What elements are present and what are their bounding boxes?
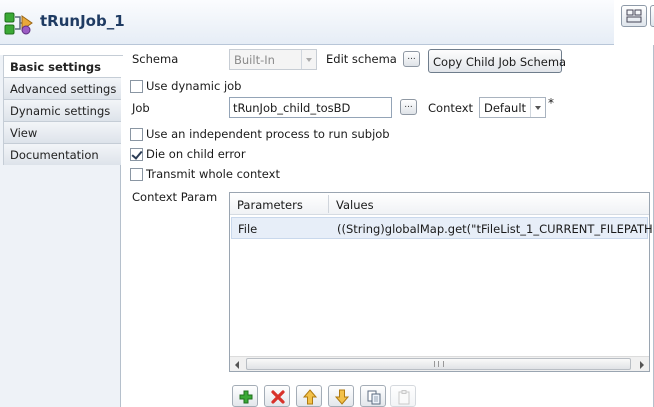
die-on-child-error-checkbox[interactable] <box>130 148 143 161</box>
tab-dynamic-settings[interactable]: Dynamic settings <box>3 99 121 121</box>
grid-layout-icon <box>626 9 642 23</box>
settings-tab-list: Basic settings Advanced settings Dynamic… <box>0 55 123 407</box>
context-select-value: Default <box>484 101 527 115</box>
die-on-child-error-label: Die on child error <box>146 147 246 161</box>
column-header-parameters[interactable]: Parameters <box>237 198 303 212</box>
tab-view[interactable]: View <box>3 121 121 143</box>
scrollbar-thumb[interactable] <box>246 358 631 370</box>
remove-icon <box>271 390 285 404</box>
copy-icon <box>367 390 381 405</box>
column-divider[interactable] <box>328 195 329 213</box>
paste-button[interactable] <box>390 385 416 407</box>
transmit-whole-context-label: Transmit whole context <box>146 167 280 181</box>
use-dynamic-job-checkbox[interactable] <box>130 80 143 93</box>
scroll-right-icon[interactable] <box>634 358 648 371</box>
independent-process-label: Use an independent process to run subjob <box>146 127 390 141</box>
table-row[interactable]: File ((String)globalMap.get("tFileList_1… <box>231 217 654 239</box>
component-title: tRunJob_1 <box>40 12 125 30</box>
horizontal-scrollbar[interactable] <box>230 356 649 371</box>
scroll-left-icon[interactable] <box>231 358 245 371</box>
layout-toggle-button[interactable] <box>621 5 647 27</box>
independent-process-checkbox[interactable] <box>130 128 143 141</box>
schema-select-value: Built-In <box>234 53 275 67</box>
use-dynamic-job-label: Use dynamic job <box>146 79 242 93</box>
add-row-button[interactable] <box>232 385 258 407</box>
chevron-down-icon <box>530 98 545 117</box>
table-header: Parameters Values <box>230 193 649 215</box>
column-header-values[interactable]: Values <box>336 198 374 212</box>
job-name-field[interactable]: tRunJob_child_tosBD <box>229 97 392 118</box>
move-up-icon <box>302 389 318 405</box>
context-required-marker: * <box>548 96 554 110</box>
component-header: tRunJob_1 <box>0 0 614 45</box>
row-parameter-cell[interactable]: File <box>238 222 257 236</box>
context-select[interactable]: Default <box>479 97 546 118</box>
edit-schema-button[interactable]: ... <box>403 51 420 67</box>
job-label: Job <box>132 101 150 115</box>
row-value-cell[interactable]: ((String)globalMap.get("tFileList_1_CURR… <box>337 222 654 236</box>
context-label: Context <box>428 101 474 115</box>
move-down-icon <box>334 389 350 405</box>
copy-button[interactable] <box>360 385 386 407</box>
tab-basic-settings[interactable]: Basic settings <box>3 55 123 77</box>
paste-icon <box>398 390 410 405</box>
context-param-table[interactable]: Parameters Values File ((String)globalMa… <box>229 192 654 372</box>
schema-label: Schema <box>132 52 179 66</box>
grip-icon <box>434 361 444 367</box>
job-browse-button[interactable]: ... <box>400 99 417 115</box>
copy-child-job-schema-button[interactable]: Copy Child Job Schema <box>428 49 566 73</box>
tab-documentation[interactable]: Documentation <box>3 143 121 165</box>
window-control-button[interactable] <box>650 5 654 27</box>
move-down-button[interactable] <box>328 385 354 407</box>
context-param-label: Context Param <box>132 190 218 204</box>
remove-row-button[interactable] <box>264 385 290 407</box>
add-icon <box>239 390 253 404</box>
trunjob-component-icon <box>4 8 34 38</box>
chevron-down-icon <box>301 50 316 69</box>
transmit-whole-context-checkbox[interactable] <box>130 168 143 181</box>
move-up-button[interactable] <box>296 385 322 407</box>
schema-select[interactable]: Built-In <box>229 49 317 70</box>
edit-schema-label: Edit schema <box>326 52 397 66</box>
tab-advanced-settings[interactable]: Advanced settings <box>3 77 121 99</box>
